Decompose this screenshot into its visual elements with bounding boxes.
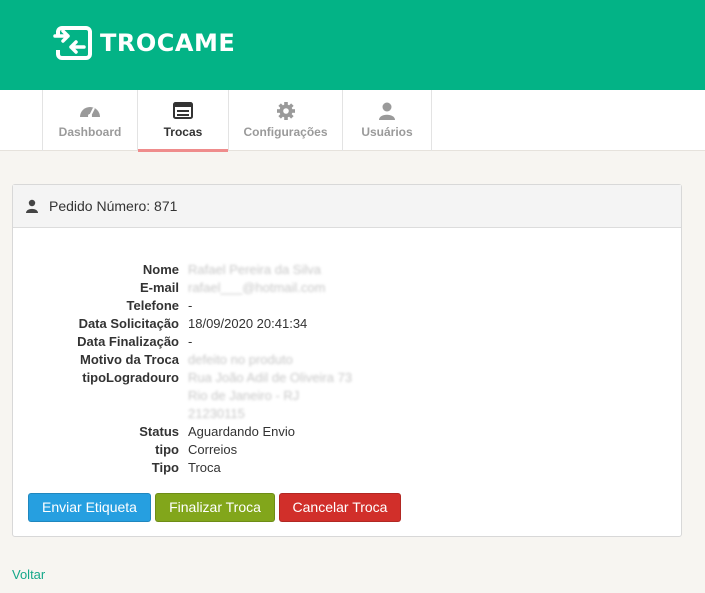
tab-label: Usuários bbox=[361, 125, 413, 139]
detail-row-telefone: Telefone - bbox=[13, 297, 683, 315]
user-icon bbox=[26, 199, 38, 213]
tab-trocas[interactable]: Trocas bbox=[137, 90, 228, 152]
action-buttons: Enviar Etiqueta Finalizar Troca Cancelar… bbox=[28, 493, 401, 522]
tab-label: Dashboard bbox=[58, 125, 122, 139]
detail-row-data-finalizacao: Data Finalização - bbox=[13, 333, 683, 351]
main-nav: Dashboard Trocas Configurações Usuários bbox=[0, 90, 705, 152]
detail-label: Nome bbox=[142, 262, 179, 277]
tab-dashboard[interactable]: Dashboard bbox=[42, 90, 137, 151]
detail-label: E-mail bbox=[139, 280, 179, 295]
top-header: TROCAME bbox=[0, 0, 705, 90]
send-label-button[interactable]: Enviar Etiqueta bbox=[28, 493, 151, 522]
detail-row-endereco: tipoLogradouro Rua João Adil de Oliveira… bbox=[13, 369, 683, 387]
brand-name: TROCAME bbox=[100, 29, 236, 57]
detail-label: Tipo bbox=[151, 460, 179, 475]
detail-value: Correios bbox=[188, 442, 238, 457]
detail-value: defeito no produto bbox=[188, 352, 293, 367]
user-icon bbox=[379, 102, 395, 120]
address-line: 21230115 bbox=[13, 405, 683, 423]
detail-value: rafael___@hotmail.com bbox=[188, 280, 326, 295]
tab-configuracoes[interactable]: Configurações bbox=[228, 90, 342, 151]
detail-value: Aguardando Envio bbox=[188, 424, 295, 439]
address-line: Rio de Janeiro - RJ bbox=[13, 387, 683, 405]
detail-value: - bbox=[188, 298, 193, 313]
brand-logo[interactable]: TROCAME bbox=[52, 23, 235, 63]
tab-label: Trocas bbox=[163, 125, 203, 139]
detail-value: Rio de Janeiro - RJ bbox=[188, 388, 300, 403]
panel-header: Pedido Número: 871 bbox=[13, 185, 681, 228]
detail-value: 18/09/2020 20:41:34 bbox=[188, 316, 308, 331]
detail-row-tipo-envio: tipo Correios bbox=[13, 441, 683, 459]
tab-usuarios[interactable]: Usuários bbox=[342, 90, 432, 151]
detail-label: Motivo da Troca bbox=[80, 352, 179, 367]
detail-value: Rua João Adil de Oliveira 73 bbox=[188, 370, 353, 385]
detail-value: 21230115 bbox=[188, 406, 245, 421]
detail-label: Status bbox=[139, 424, 179, 439]
detail-value: - bbox=[188, 334, 193, 349]
detail-label: Telefone bbox=[126, 298, 180, 313]
detail-label: tipoLogradouro bbox=[82, 370, 179, 385]
detail-row-email: E-mail rafael___@hotmail.com bbox=[13, 279, 683, 297]
detail-value: Troca bbox=[188, 460, 221, 475]
detail-row-tipo: Tipo Troca bbox=[13, 459, 683, 477]
finish-exchange-button[interactable]: Finalizar Troca bbox=[155, 493, 275, 522]
detail-label: tipo bbox=[155, 442, 179, 457]
order-details: Nome Rafael Pereira da Silva E-mail rafa… bbox=[13, 261, 683, 477]
list-window-icon bbox=[173, 102, 193, 119]
detail-value: Rafael Pereira da Silva bbox=[188, 262, 321, 277]
dashboard-gauge-icon bbox=[80, 107, 100, 118]
detail-row-motivo: Motivo da Troca defeito no produto bbox=[13, 351, 683, 369]
page-title: Pedido Número: 871 bbox=[49, 198, 178, 214]
back-link[interactable]: Voltar bbox=[12, 567, 45, 582]
detail-label: Data Solicitação bbox=[78, 316, 179, 331]
detail-label: Data Finalização bbox=[77, 334, 179, 349]
cancel-exchange-button[interactable]: Cancelar Troca bbox=[279, 493, 401, 522]
detail-row-data-solicitacao: Data Solicitação 18/09/2020 20:41:34 bbox=[13, 315, 683, 333]
tab-label: Configurações bbox=[243, 125, 328, 139]
gear-icon bbox=[276, 102, 295, 120]
detail-row-nome: Nome Rafael Pereira da Silva bbox=[13, 261, 683, 279]
detail-row-status: Status Aguardando Envio bbox=[13, 423, 683, 441]
exchange-arrows-icon bbox=[52, 26, 92, 60]
order-panel: Pedido Número: 871 Nome Rafael Pereira d… bbox=[12, 184, 682, 537]
